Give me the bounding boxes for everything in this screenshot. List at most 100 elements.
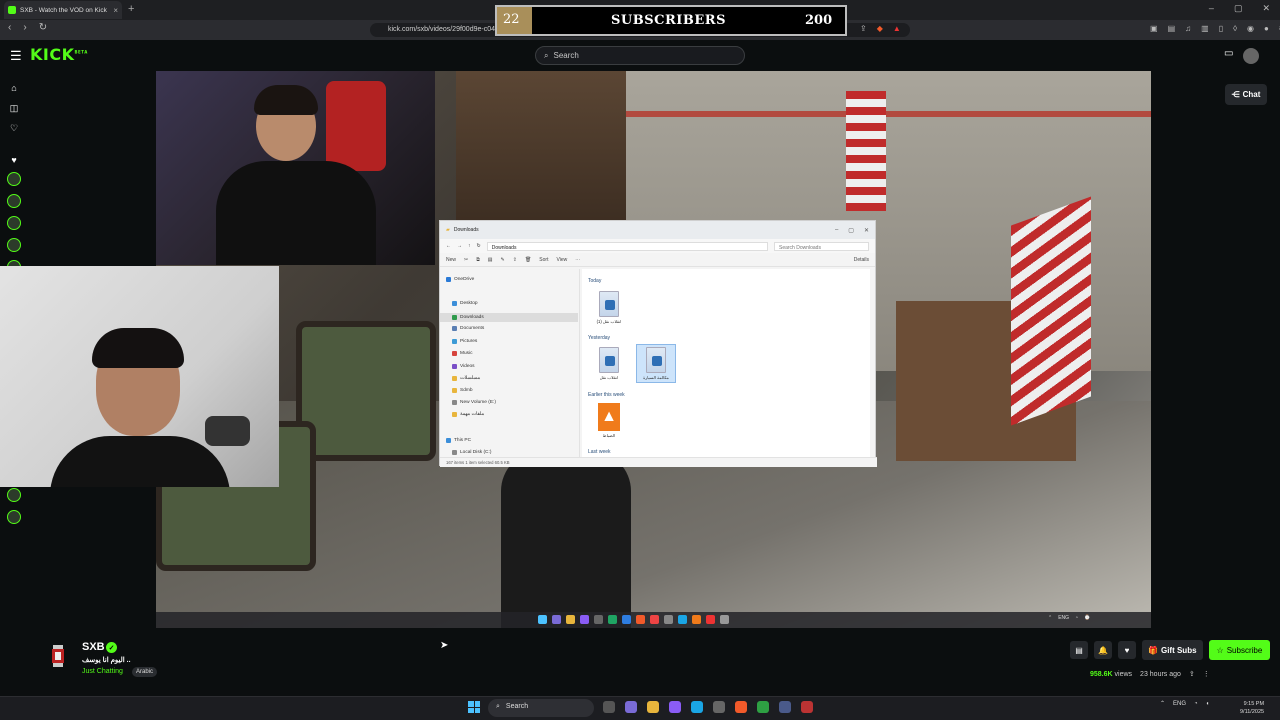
app-icon[interactable] [779,701,791,713]
file-item[interactable]: انقلاب نقل [594,347,624,380]
language-indicator[interactable]: ENG [1173,701,1186,707]
share-icon[interactable]: ⇪ [860,24,867,33]
minimize-icon[interactable]: – [1209,3,1214,14]
following-icon[interactable]: ♡ [7,121,21,135]
more-icon[interactable]: ⋯ [575,257,580,263]
hamburger-menu-icon[interactable]: ☰ [10,48,22,64]
cut-icon[interactable]: ✂ [464,257,468,263]
app-icon[interactable] [669,701,681,713]
search-input[interactable]: ⌕ Search [535,46,745,65]
nav-item-documents[interactable]: Documents [452,326,484,331]
vpn-icon[interactable]: ◉ [1247,24,1254,33]
delete-icon[interactable]: 🗑 [525,257,531,263]
tray-chevron-icon[interactable]: ⌃ [1160,700,1165,707]
copilot-icon[interactable] [625,701,637,713]
follow-button[interactable]: ♥ [1118,641,1136,659]
nav-item-folder[interactable]: ملفات مهمة [452,412,484,417]
view-button[interactable]: View [556,257,567,263]
task-view-icon[interactable] [603,701,615,713]
rewards-icon[interactable]: ▲ [893,24,901,33]
nav-item-videos[interactable]: Videos [452,364,475,369]
followed-channel-avatar[interactable] [7,510,21,524]
nav-item-folder[interactable]: مسلسلات [452,376,480,381]
new-tab-button[interactable]: + [128,3,134,15]
app-icon[interactable] [801,701,813,713]
app-icon[interactable] [757,701,769,713]
back-icon[interactable]: ← [446,243,451,249]
more-options-icon[interactable]: ⋮ [1203,670,1210,678]
channel-name[interactable]: SXB [82,641,105,653]
profile-icon[interactable]: ● [1264,24,1269,33]
subscribe-button[interactable]: ☆ Subscribe [1208,640,1271,660]
copy-icon[interactable]: ⧉ [476,257,480,263]
nav-item-pictures[interactable]: Pictures [452,339,477,344]
maximize-icon[interactable]: ▢ [1234,3,1243,14]
nav-item-folder[interactable]: Sdmb [452,388,473,393]
category-link[interactable]: Just Chatting [82,668,123,675]
up-icon[interactable]: ↑ [468,243,471,249]
group-header[interactable]: Earlier this week [588,392,625,398]
followed-channel-avatar[interactable] [7,488,21,502]
kick-logo[interactable]: KICKBETA [30,45,88,64]
windows-start-icon[interactable] [468,701,480,713]
share-icon[interactable]: ⇪ [513,257,517,263]
taskbar-search[interactable]: ⌕ Search [488,699,594,717]
volume-icon[interactable]: ◖ [1206,701,1210,707]
close-window-icon[interactable]: ✕ [1262,3,1270,14]
group-header[interactable]: Today [588,278,601,284]
wallet-icon[interactable]: ◊ [1233,24,1237,33]
brave-icon[interactable] [735,701,747,713]
close-tab-icon[interactable]: × [113,6,118,15]
sort-button[interactable]: Sort [539,257,548,263]
user-avatar[interactable] [1243,48,1260,64]
file-explorer-window[interactable]: ▰ Downloads – ▢ ✕ ← → ↑ ↻ Downloads Sear… [439,220,877,467]
language-tag[interactable]: Arabic [132,667,158,677]
file-item[interactable]: ▲ الضباط [594,403,624,438]
chat-toggle-button[interactable]: ⋲ Chat [1225,84,1267,105]
browser-tab[interactable]: SXB - Watch the VOD on Kick × [4,1,122,19]
store-icon[interactable] [713,701,725,713]
share-icon[interactable]: ⇪ [1189,670,1195,678]
explorer-path[interactable]: Downloads [486,241,768,251]
new-button[interactable]: New [446,257,456,263]
followed-channel-avatar[interactable] [7,216,21,230]
edge-icon[interactable] [691,701,703,713]
sidebar-icon[interactable]: ▥ [1201,24,1209,33]
browse-icon[interactable]: ◫ [7,101,21,115]
screenshot-icon[interactable]: ▤ [1168,24,1176,33]
media-icon[interactable]: ♫ [1185,24,1191,33]
explorer-search-input[interactable]: Search Downloads [774,241,869,251]
group-header[interactable]: Yesterday [588,335,610,341]
explorer-titlebar[interactable]: ▰ Downloads – ▢ ✕ [440,221,875,239]
group-header[interactable]: Last week [588,449,611,455]
wifi-icon[interactable]: ◔ [1194,701,1198,707]
channel-emblem-icon[interactable] [50,643,66,669]
refresh-icon[interactable]: ↻ [477,243,481,249]
gift-subs-button[interactable]: 🎁 Gift Subs [1142,640,1203,660]
system-clock[interactable]: 9:15 PM 9/11/2025 [1240,700,1264,716]
forward-icon[interactable]: › [23,22,26,33]
file-item-selected[interactable]: مكالمة السيارة [636,344,676,383]
explorer-tab-title[interactable]: Downloads [454,227,479,233]
notifications-icon[interactable]: ▭ [1224,48,1233,64]
extension-icon[interactable]: ▣ [1150,24,1158,33]
close-icon[interactable]: ✕ [864,227,869,234]
forward-icon[interactable]: → [457,243,462,249]
paste-icon[interactable]: ▤ [488,257,493,263]
followed-channel-avatar[interactable] [7,238,21,252]
rename-icon[interactable]: ✎ [501,257,505,263]
file-explorer-icon[interactable] [647,701,659,713]
nav-item-desktop[interactable]: Desktop [452,301,478,306]
nav-item-local-disk[interactable]: Local Disk (C:) [452,450,491,455]
reload-icon[interactable]: ↻ [39,22,47,33]
details-button[interactable]: Details [854,257,869,263]
nav-item-music[interactable]: Music [452,351,473,356]
nav-item-onedrive[interactable]: OneDrive [446,277,474,282]
bookmark-icon[interactable]: ▯ [1219,24,1223,33]
home-icon[interactable]: ⌂ [7,81,21,95]
nav-item-drive[interactable]: New Volume (E:) [452,400,496,405]
maximize-icon[interactable]: ▢ [848,227,854,234]
nav-item-downloads[interactable]: Downloads [440,313,578,322]
favorites-heart-icon[interactable]: ♥ [7,153,21,167]
back-icon[interactable]: ‹ [8,22,11,33]
